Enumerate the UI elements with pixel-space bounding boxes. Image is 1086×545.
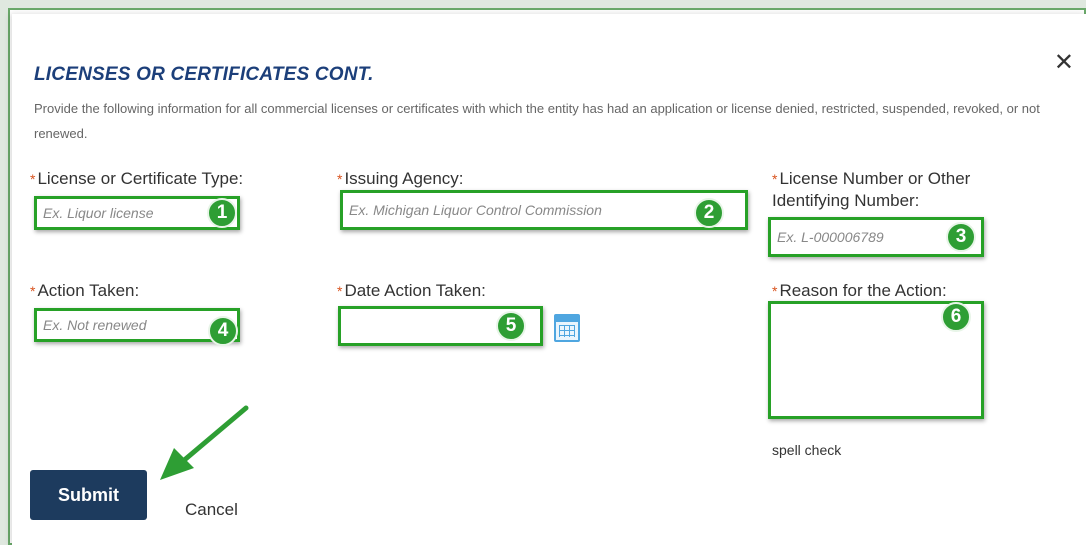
license-number-label-text: License Number or Other Identifying Numb… (772, 169, 971, 210)
required-marker: * (337, 171, 343, 187)
required-marker: * (772, 171, 778, 187)
required-marker: * (30, 283, 36, 299)
required-marker: * (772, 283, 778, 299)
issuing-agency-label: * Issuing Agency: (337, 168, 464, 190)
date-action-label: * Date Action Taken: (337, 280, 486, 302)
date-action-label-text: Date Action Taken: (344, 281, 486, 300)
callout-badge-5: 5 (496, 311, 526, 341)
annotation-arrow-icon (160, 405, 249, 480)
issuing-agency-input[interactable] (343, 193, 745, 227)
reason-label-text: Reason for the Action: (779, 281, 947, 300)
dialog-description: Provide the following information for al… (34, 101, 1040, 141)
license-type-label: * License or Certificate Type: (30, 168, 243, 190)
license-number-label: * License Number or Other Identifying Num… (772, 168, 1042, 212)
dialog-title: LICENSES OR CERTIFICATES CONT. (34, 64, 374, 85)
cancel-button[interactable]: Cancel (185, 500, 238, 520)
spell-check-link[interactable]: spell check (772, 442, 841, 458)
callout-badge-1: 1 (207, 198, 237, 228)
issuing-agency-field (340, 190, 748, 230)
issuing-agency-label-text: Issuing Agency: (344, 169, 464, 188)
callout-badge-4: 4 (208, 316, 238, 346)
action-taken-label: * Action Taken: (30, 280, 139, 302)
license-dialog: ✕ LICENSES OR CERTIFICATES CONT. Provide… (12, 14, 1086, 545)
action-taken-input[interactable] (37, 311, 237, 339)
callout-badge-3: 3 (946, 222, 976, 252)
reason-label: * Reason for the Action: (772, 280, 947, 302)
close-icon[interactable]: ✕ (1054, 50, 1074, 74)
action-taken-label-text: Action Taken: (37, 281, 140, 300)
callout-badge-2: 2 (694, 198, 724, 228)
callout-badge-6: 6 (941, 302, 971, 332)
required-marker: * (337, 283, 343, 299)
calendar-icon[interactable] (554, 314, 580, 342)
required-marker: * (30, 171, 36, 187)
license-type-label-text: License or Certificate Type: (37, 169, 244, 188)
submit-button[interactable]: Submit (30, 470, 147, 520)
